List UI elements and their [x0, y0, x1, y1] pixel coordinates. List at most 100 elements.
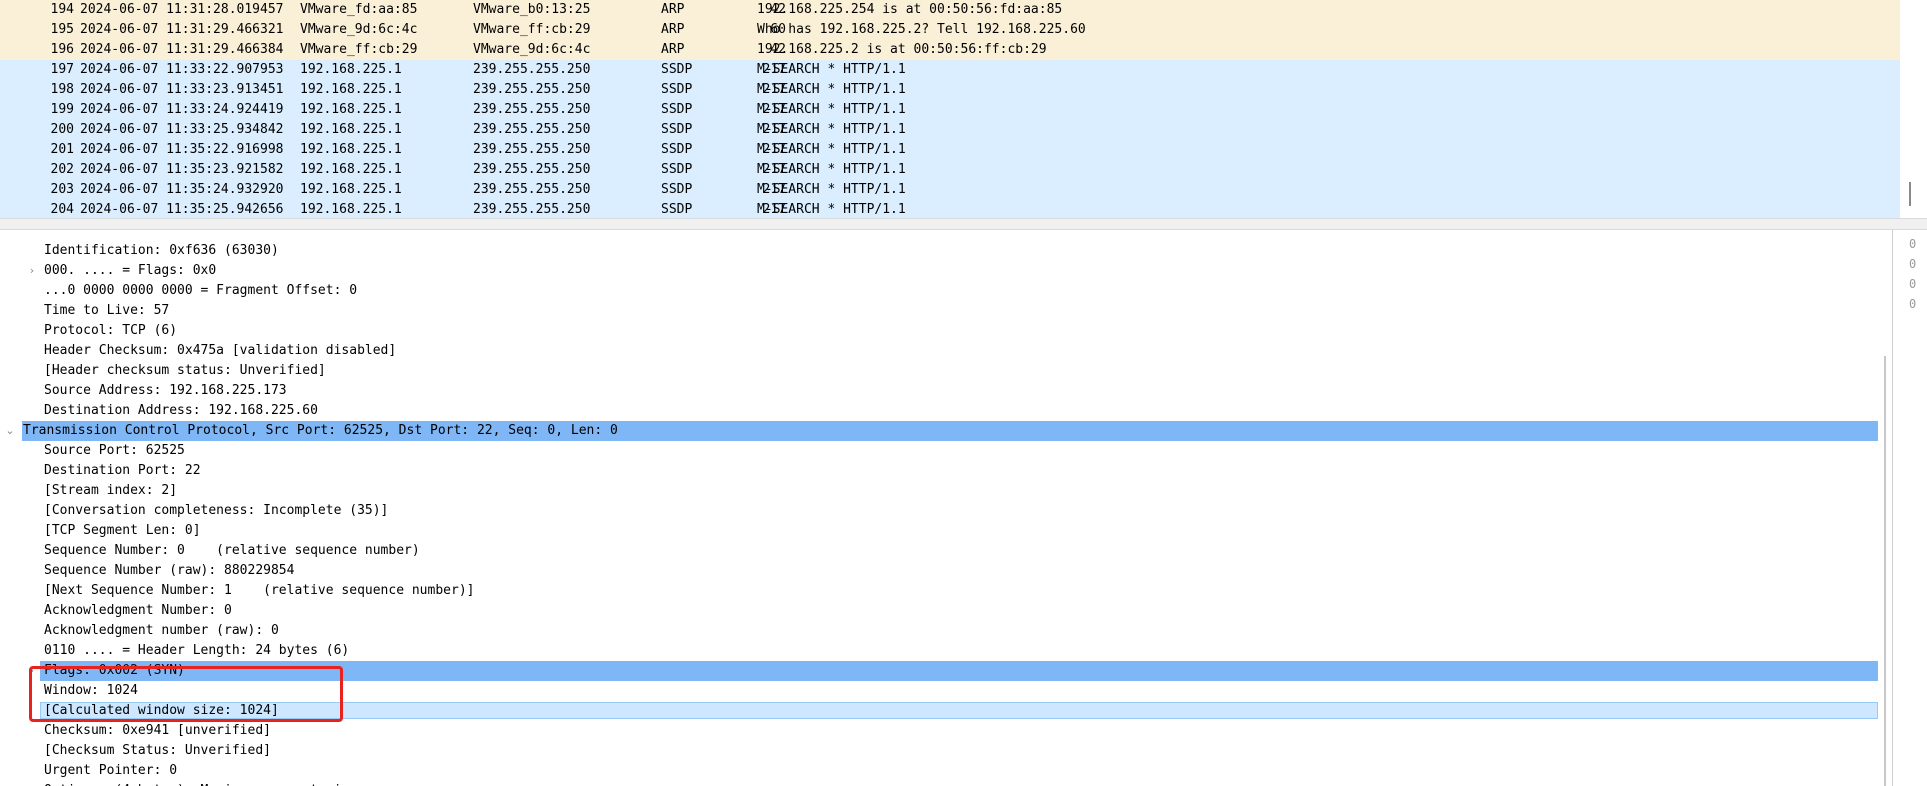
detail-tree-item[interactable]: [Stream index: 2] [0, 481, 1880, 501]
packet-cell-proto: SSDP [661, 82, 693, 97]
packet-cell-src: VMware_9d:6c:4c [300, 22, 418, 37]
packet-list[interactable]: 194 2024-06-07 11:31:28.019457 VMware_fd:a… [0, 0, 1908, 218]
packet-cell-dst: 239.255.255.250 [473, 162, 591, 177]
packet-row[interactable]: 202 2024-06-07 11:35:23.921582 192.168.225… [0, 160, 1900, 180]
detail-tree-item[interactable]: [Conversation completeness: Incomplete (… [0, 501, 1880, 521]
detail-tree-item[interactable]: Checksum: 0xe941 [unverified] [0, 721, 1880, 741]
detail-tree-item-label: Sequence Number: 0 (relative sequence nu… [44, 543, 420, 558]
packet-list-scrollbar[interactable] [1908, 0, 1927, 218]
packet-row[interactable]: 204 2024-06-07 11:35:25.942656 192.168.225… [0, 200, 1900, 218]
packet-cell-src: VMware_fd:aa:85 [300, 2, 418, 17]
packet-row[interactable]: 195 2024-06-07 11:31:29.466321 VMware_9d:6… [0, 20, 1900, 40]
packet-cell-proto: SSDP [661, 182, 693, 197]
packet-cell-no: 200 [50, 122, 74, 137]
detail-tree-item[interactable]: › Flags: 0x002 (SYN) [0, 661, 1880, 681]
detail-tree-item[interactable]: Source Port: 62525 [0, 441, 1880, 461]
detail-tree-item[interactable]: Sequence Number: 0 (relative sequence nu… [0, 541, 1880, 561]
packet-row[interactable]: 198 2024-06-07 11:33:23.913451 192.168.225… [0, 80, 1900, 100]
packet-row[interactable]: 199 2024-06-07 11:33:24.924419 192.168.225… [0, 100, 1900, 120]
detail-tree-item-label: Destination Port: 22 [44, 463, 201, 478]
packet-cell-dst: 239.255.255.250 [473, 62, 591, 77]
detail-tree-item-label: ...0 0000 0000 0000 = Fragment Offset: 0 [44, 283, 358, 298]
detail-tree-item[interactable]: [Next Sequence Number: 1 (relative seque… [0, 581, 1880, 601]
detail-tree-item-label: Options: (4 bytes), Maximum segment size [44, 781, 357, 786]
packet-row[interactable]: 194 2024-06-07 11:31:28.019457 VMware_fd:a… [0, 0, 1900, 20]
packet-cell-src: 192.168.225.1 [300, 102, 402, 117]
detail-tree-item[interactable]: Destination Port: 22 [0, 461, 1880, 481]
packet-row[interactable]: 203 2024-06-07 11:35:24.932920 192.168.225… [0, 180, 1900, 200]
selection-highlight [40, 661, 1878, 681]
detail-tree-item-label: Flags: 0x002 (SYN) [44, 663, 185, 678]
bytes-line: 0 [1909, 277, 1917, 291]
packet-bytes-pane[interactable]: 0 0 0 0 [1892, 230, 1927, 786]
packet-cell-dst: VMware_b0:13:25 [473, 2, 591, 17]
detail-tree-item-label: [Next Sequence Number: 1 (relative seque… [44, 583, 475, 598]
packet-cell-no: 197 [50, 62, 74, 77]
detail-tree-item[interactable]: › Options: (4 bytes), Maximum segment siz… [0, 781, 1880, 786]
packet-cell-src: 192.168.225.1 [300, 182, 402, 197]
packet-details-pane[interactable]: Identification: 0xf636 (63030) › 000. ....… [0, 230, 1880, 786]
chevron-down-icon[interactable]: ⌄ [4, 421, 16, 441]
packet-cell-time: 2024-06-07 11:35:25.942656 [80, 202, 284, 217]
detail-tree-item-label: Destination Address: 192.168.225.60 [44, 403, 318, 418]
pane-splitter[interactable] [0, 218, 1927, 230]
detail-tree-item[interactable]: Sequence Number (raw): 880229854 [0, 561, 1880, 581]
detail-tree-item[interactable]: [TCP Segment Len: 0] [0, 521, 1880, 541]
detail-tree-item[interactable]: Identification: 0xf636 (63030) [0, 241, 1880, 261]
packet-cell-src: VMware_ff:cb:29 [300, 42, 418, 57]
packet-cell-info: M-SEARCH * HTTP/1.1 [757, 102, 906, 117]
detail-tree-item[interactable]: Header Checksum: 0x475a [validation disa… [0, 341, 1880, 361]
packet-cell-no: 199 [50, 102, 74, 117]
packet-cell-info: M-SEARCH * HTTP/1.1 [757, 182, 906, 197]
detail-tree-item[interactable]: Window: 1024 [0, 681, 1880, 701]
packet-cell-time: 2024-06-07 11:35:24.932920 [80, 182, 284, 197]
packet-row[interactable]: 197 2024-06-07 11:33:22.907953 192.168.225… [0, 60, 1900, 80]
packet-cell-time: 2024-06-07 11:33:24.924419 [80, 102, 284, 117]
detail-tree-item-label: Window: 1024 [44, 683, 138, 698]
detail-tree-item[interactable]: [Header checksum status: Unverified] [0, 361, 1880, 381]
detail-tree-item[interactable]: › 000. .... = Flags: 0x0 [0, 261, 1880, 281]
detail-tree-item-label: Acknowledgment number (raw): 0 [44, 623, 279, 638]
packet-cell-proto: SSDP [661, 62, 693, 77]
packet-cell-src: 192.168.225.1 [300, 122, 402, 137]
detail-tree-item-label: Header Checksum: 0x475a [validation disa… [44, 343, 397, 358]
packet-cell-no: 195 [50, 22, 74, 37]
detail-tree-item[interactable]: Time to Live: 57 [0, 301, 1880, 321]
packet-cell-info: M-SEARCH * HTTP/1.1 [757, 122, 906, 137]
packet-cell-info: M-SEARCH * HTTP/1.1 [757, 162, 906, 177]
detail-tree-item-label: Urgent Pointer: 0 [44, 763, 178, 778]
detail-tree-item[interactable]: ⌄ Transmission Control Protocol, Src Port… [0, 421, 1880, 441]
packet-list-scrollbar-thumb[interactable] [1909, 182, 1911, 206]
packet-cell-dst: VMware_9d:6c:4c [473, 42, 591, 57]
detail-tree-item[interactable]: Urgent Pointer: 0 [0, 761, 1880, 781]
detail-tree-item-label: Checksum: 0xe941 [unverified] [44, 723, 271, 738]
detail-tree-item[interactable]: ...0 0000 0000 0000 = Fragment Offset: 0 [0, 281, 1880, 301]
detail-tree-item[interactable]: Source Address: 192.168.225.173 [0, 381, 1880, 401]
chevron-right-icon[interactable]: › [26, 661, 38, 681]
detail-tree-item-label: Transmission Control Protocol, Src Port:… [23, 423, 618, 438]
packet-cell-proto: ARP [661, 2, 685, 17]
packet-details-scrollbar-thumb[interactable] [1884, 356, 1886, 786]
related-field-highlight [40, 702, 1878, 719]
chevron-right-icon[interactable]: › [26, 781, 38, 786]
packet-cell-proto: ARP [661, 22, 685, 37]
detail-tree-item[interactable]: Destination Address: 192.168.225.60 [0, 401, 1880, 421]
detail-tree-item-label: [Stream index: 2] [44, 483, 178, 498]
packet-cell-proto: ARP [661, 42, 685, 57]
packet-row[interactable]: 201 2024-06-07 11:35:22.916998 192.168.225… [0, 140, 1900, 160]
detail-tree-item[interactable]: 0110 .... = Header Length: 24 bytes (6) [0, 641, 1880, 661]
detail-tree-item[interactable]: Protocol: TCP (6) [0, 321, 1880, 341]
packet-cell-time: 2024-06-07 11:35:22.916998 [80, 142, 284, 157]
chevron-right-icon[interactable]: › [26, 261, 38, 281]
packet-details-scrollbar[interactable] [1880, 230, 1892, 786]
packet-cell-no: 196 [50, 42, 74, 57]
bytes-line: 0 [1909, 237, 1917, 251]
detail-tree-item[interactable]: Acknowledgment Number: 0 [0, 601, 1880, 621]
packet-row[interactable]: 196 2024-06-07 11:31:29.466384 VMware_ff:c… [0, 40, 1900, 60]
detail-tree-item[interactable]: Acknowledgment number (raw): 0 [0, 621, 1880, 641]
detail-tree-item[interactable]: [Checksum Status: Unverified] [0, 741, 1880, 761]
packet-cell-time: 2024-06-07 11:31:28.019457 [80, 2, 284, 17]
packet-cell-no: 203 [50, 182, 74, 197]
detail-tree-item[interactable]: [Calculated window size: 1024] [0, 701, 1880, 721]
packet-row[interactable]: 200 2024-06-07 11:33:25.934842 192.168.225… [0, 120, 1900, 140]
